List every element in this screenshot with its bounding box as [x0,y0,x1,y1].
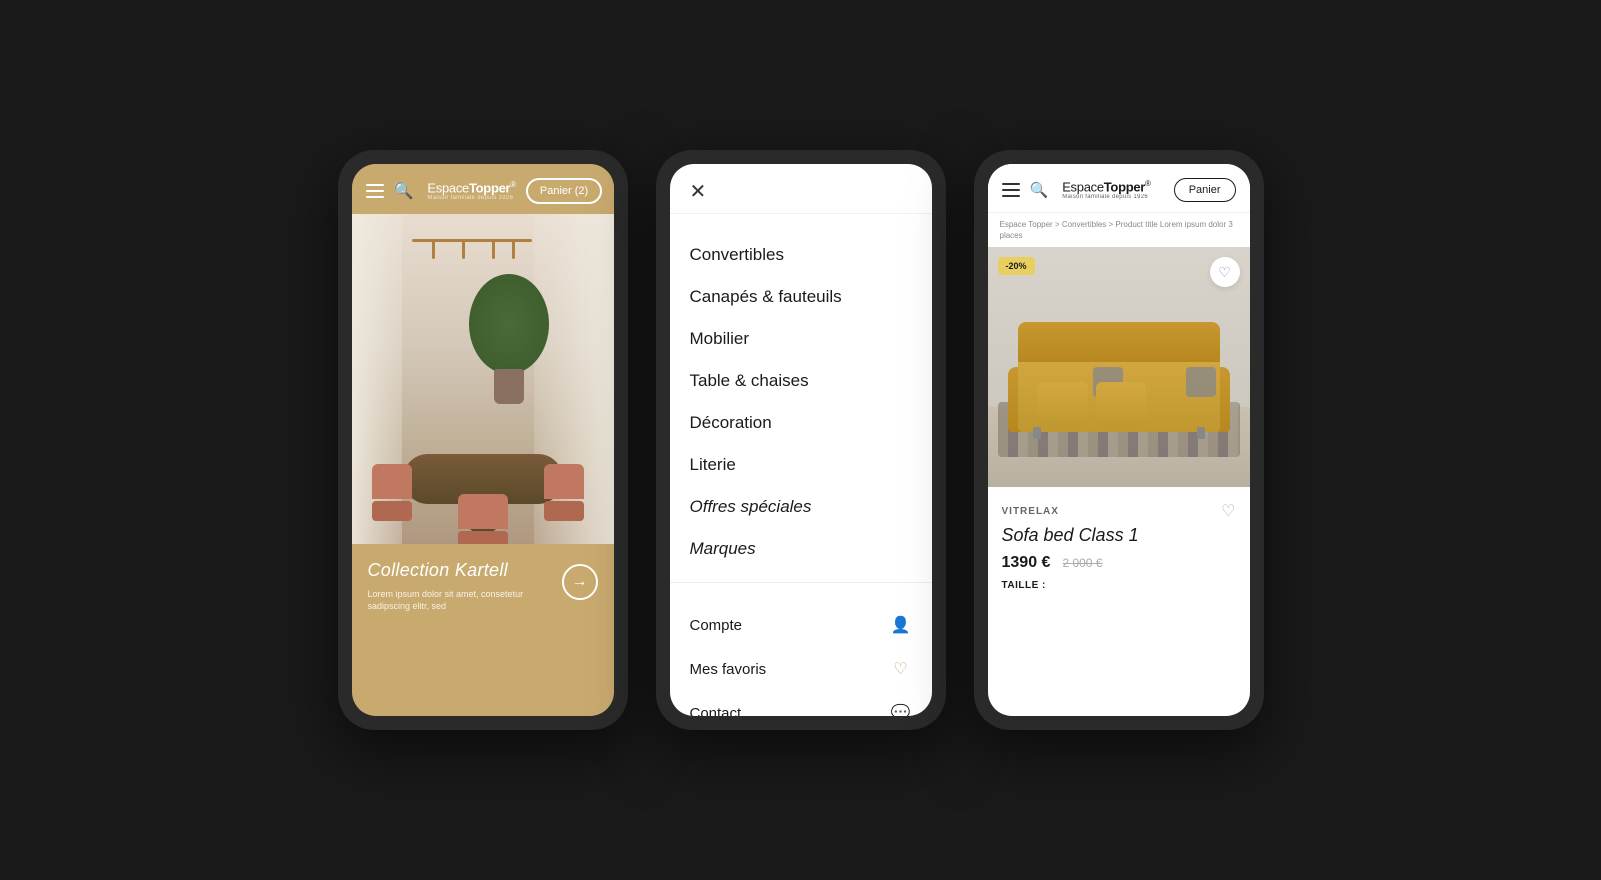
chair-left-decor [372,464,412,524]
contact-label: Contact [690,705,742,717]
search-icon-3[interactable]: 🔍 [1030,181,1049,199]
banner-text: Collection Kartell Lorem ipsum dolor sit… [368,560,552,613]
chair-right-decor [544,464,584,524]
price-original: 2 000 € [1062,556,1102,570]
menu-nav-items: Convertibles Canapés & fauteuils Mobilie… [670,214,932,570]
logo: EspaceTopper® Maison familiale depuis 19… [427,181,515,201]
hamburger-menu-icon[interactable] [366,184,384,198]
brand-row: VITRELAX ♡ [1002,501,1236,521]
wishlist-button[interactable]: ♡ [1210,257,1240,287]
banner-description: Lorem ipsum dolor sit amet, consetetur s… [368,588,552,613]
menu-item-offres[interactable]: Offres spéciales [690,486,912,528]
menu-item-favoris[interactable]: Mes favoris ♡ [690,647,912,691]
hamburger-menu-icon-3[interactable] [1002,183,1020,197]
menu-header: ✕ [670,164,932,214]
phone-2-screen: ✕ Convertibles Canapés & fauteuils Mobil… [670,164,932,716]
favoris-label: Mes favoris [690,661,767,678]
price-row: 1390 € 2 000 € [1002,554,1236,572]
search-icon[interactable]: 🔍 [394,181,414,201]
collection-banner: Collection Kartell Lorem ipsum dolor sit… [352,544,614,623]
close-menu-button[interactable]: ✕ [690,181,707,203]
product-image-container: -20% ♡ [988,247,1250,487]
menu-item-marques[interactable]: Marques [690,528,912,570]
chandelier-decor [412,224,532,274]
logo-subtitle: Maison familiale depuis 1926 [427,195,515,201]
plant-decor [464,274,554,404]
phone-1-frame: 🔍 EspaceTopper® Maison familiale depuis … [338,150,628,730]
logo-text-3: EspaceTopper® [1062,180,1164,193]
menu-item-contact[interactable]: Contact 💬 [690,691,912,716]
menu-item-mobilier[interactable]: Mobilier [690,318,912,360]
menu-item-compte[interactable]: Compte 👤 [690,603,912,647]
phone-3-screen: 🔍 EspaceTopper® Maison familiale depuis … [988,164,1250,716]
wishlist-heart-icon[interactable]: ♡ [1221,501,1235,521]
phone-1-screen: 🔍 EspaceTopper® Maison familiale depuis … [352,164,614,716]
price-current: 1390 € [1002,554,1051,572]
menu-item-convertibles[interactable]: Convertibles [690,234,912,276]
product-name: Sofa bed Class 1 [1002,525,1236,546]
banner-arrow-button[interactable]: → [562,564,598,600]
message-icon: 💬 [890,702,912,716]
person-icon: 👤 [890,614,912,636]
compte-label: Compte [690,617,743,634]
menu-item-table-chaises[interactable]: Table & chaises [690,360,912,402]
brand-name: VITRELAX [1002,506,1059,517]
discount-badge: -20% [998,257,1035,275]
logo-3: EspaceTopper® Maison familiale depuis 19… [1062,180,1164,200]
banner-title: Collection Kartell [368,560,552,582]
menu-secondary-items: Compte 👤 Mes favoris ♡ Contact 💬 Magasin… [670,582,932,716]
product-info: VITRELAX ♡ Sofa bed Class 1 1390 € 2 000… [988,487,1250,601]
logo-text: EspaceTopper® [427,181,515,194]
product-image [988,247,1250,487]
sofa-scene [988,247,1250,487]
phone-2-frame: ✕ Convertibles Canapés & fauteuils Mobil… [656,150,946,730]
cart-button[interactable]: Panier (2) [526,178,602,204]
menu-item-canapes[interactable]: Canapés & fauteuils [690,276,912,318]
chair-front-decor [458,494,508,544]
size-label: TAILLE : [1002,580,1236,591]
cart-button-3[interactable]: Panier [1174,178,1236,202]
menu-item-decoration[interactable]: Décoration [690,402,912,444]
phone3-header: 🔍 EspaceTopper® Maison familiale depuis … [988,164,1250,213]
breadcrumb: Espace Topper > Convertibles > Product t… [988,213,1250,247]
phone-3-frame: 🔍 EspaceTopper® Maison familiale depuis … [974,150,1264,730]
heart-icon: ♡ [890,658,912,680]
phones-container: 🔍 EspaceTopper® Maison familiale depuis … [298,110,1304,770]
logo-subtitle-3: Maison familiale depuis 1926 [1062,194,1164,200]
hero-image [352,214,614,544]
menu-item-literie[interactable]: Literie [690,444,912,486]
phone1-header: 🔍 EspaceTopper® Maison familiale depuis … [352,164,614,214]
